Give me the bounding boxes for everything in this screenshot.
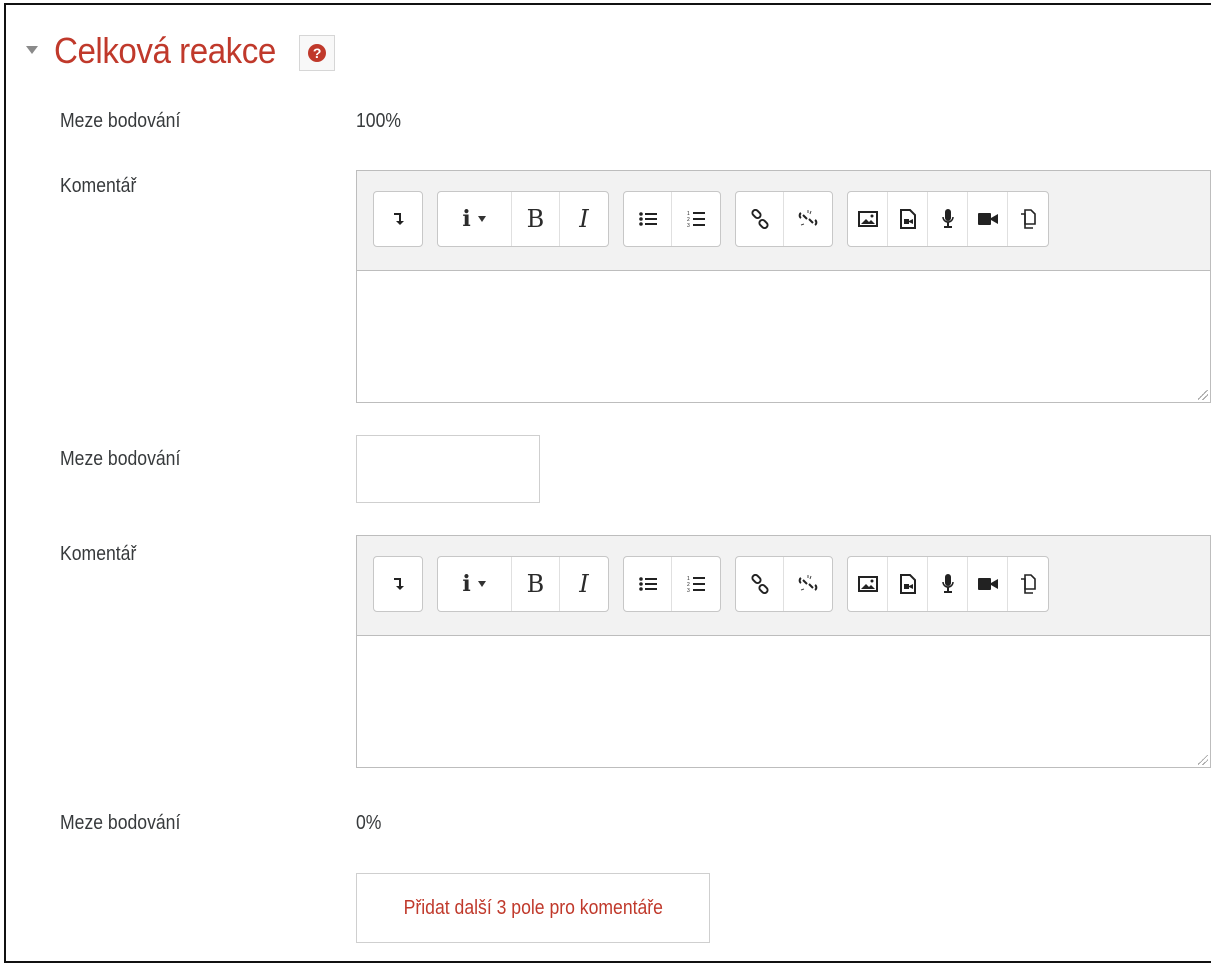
- italic-icon: I: [579, 570, 589, 598]
- unordered-list-button[interactable]: [624, 192, 672, 246]
- toolbar-group: [373, 556, 423, 612]
- ordered-list-icon: 123: [687, 575, 705, 593]
- italic-button[interactable]: I: [560, 557, 608, 611]
- unlink-button[interactable]: [784, 557, 832, 611]
- bold-button[interactable]: B: [512, 557, 560, 611]
- bold-button[interactable]: B: [512, 192, 560, 246]
- manage-files-button[interactable]: [1008, 557, 1048, 611]
- link-icon: [750, 574, 770, 594]
- grade-limit-label: Meze bodování: [60, 110, 181, 132]
- page-frame: [4, 3, 1211, 963]
- toolbar-group: [847, 556, 1049, 612]
- media-icon: [899, 574, 916, 594]
- editor-toolbar: i B I 123: [357, 171, 1210, 271]
- feedback-textarea[interactable]: [357, 636, 1210, 767]
- ordered-list-button[interactable]: 123: [672, 192, 720, 246]
- add-feedback-fields-button[interactable]: Přidat další 3 pole pro komentáře: [356, 873, 710, 943]
- grade-limit-value: 0%: [356, 812, 382, 834]
- help-button[interactable]: ?: [299, 35, 336, 71]
- media-button[interactable]: [888, 192, 928, 246]
- paragraph-styles-button[interactable]: i: [438, 557, 512, 611]
- collapse-toolbar-icon: [391, 575, 405, 593]
- record-video-icon: [977, 577, 999, 591]
- record-video-button[interactable]: [968, 557, 1008, 611]
- image-button[interactable]: [848, 557, 888, 611]
- unlink-button[interactable]: [784, 192, 832, 246]
- bold-icon: B: [526, 205, 545, 233]
- italic-icon: I: [579, 205, 589, 233]
- record-video-icon: [977, 212, 999, 226]
- ordered-list-button[interactable]: 123: [672, 557, 720, 611]
- section-title[interactable]: Celková reakce: [54, 30, 276, 72]
- bold-icon: B: [526, 570, 545, 598]
- toolbar-group: iBI: [437, 191, 609, 247]
- image-icon: [857, 576, 878, 592]
- media-icon: [899, 209, 916, 229]
- resize-grip-icon[interactable]: [1198, 390, 1208, 400]
- grade-limit-label: Meze bodování: [60, 812, 181, 834]
- toolbar-group: iBI: [437, 556, 609, 612]
- feedback-editor: i B I 123: [356, 170, 1211, 403]
- toolbar-group: [373, 191, 423, 247]
- record-audio-icon: [941, 208, 955, 230]
- manage-files-button[interactable]: [1008, 192, 1048, 246]
- record-audio-button[interactable]: [928, 557, 968, 611]
- feedback-label: Komentář: [60, 175, 137, 197]
- link-button[interactable]: [736, 192, 784, 246]
- unordered-list-icon: [638, 211, 657, 227]
- record-audio-icon: [941, 573, 955, 595]
- help-icon: ?: [308, 44, 327, 62]
- svg-text:3: 3: [687, 223, 690, 228]
- collapse-caret-icon[interactable]: [26, 46, 38, 54]
- svg-text:3: 3: [687, 588, 690, 593]
- grade-limit-label: Meze bodování: [60, 448, 181, 470]
- toolbar-group: 123: [623, 556, 721, 612]
- record-audio-button[interactable]: [928, 192, 968, 246]
- section-header[interactable]: Celková reakce ?: [26, 30, 336, 72]
- link-button[interactable]: [736, 557, 784, 611]
- resize-grip-icon[interactable]: [1198, 755, 1208, 765]
- add-feedback-fields-label: Přidat další 3 pole pro komentáře: [403, 896, 663, 919]
- unlink-icon: [798, 209, 818, 229]
- image-icon: [857, 211, 878, 227]
- collapse-toolbar-button[interactable]: [374, 192, 422, 246]
- paragraph-styles-button[interactable]: i: [438, 192, 512, 246]
- paragraph-styles-icon: i: [462, 571, 486, 597]
- toolbar-group: [847, 191, 1049, 247]
- manage-files-icon: [1019, 209, 1037, 229]
- unordered-list-button[interactable]: [624, 557, 672, 611]
- feedback-label: Komentář: [60, 543, 137, 565]
- collapse-toolbar-button[interactable]: [374, 557, 422, 611]
- record-video-button[interactable]: [968, 192, 1008, 246]
- unordered-list-icon: [638, 576, 657, 592]
- link-icon: [750, 209, 770, 229]
- editor-toolbar: i B I 123: [357, 536, 1210, 636]
- toolbar-group: [735, 191, 833, 247]
- unlink-icon: [798, 574, 818, 594]
- collapse-toolbar-icon: [391, 210, 405, 228]
- ordered-list-icon: 123: [687, 210, 705, 228]
- manage-files-icon: [1019, 574, 1037, 594]
- feedback-editor: i B I 123: [356, 535, 1211, 768]
- italic-button[interactable]: I: [560, 192, 608, 246]
- grade-limit-value: 100%: [356, 110, 402, 132]
- toolbar-group: [735, 556, 833, 612]
- media-button[interactable]: [888, 557, 928, 611]
- image-button[interactable]: [848, 192, 888, 246]
- grade-limit-input[interactable]: [356, 435, 540, 503]
- toolbar-group: 123: [623, 191, 721, 247]
- feedback-textarea[interactable]: [357, 271, 1210, 402]
- paragraph-styles-icon: i: [462, 206, 486, 232]
